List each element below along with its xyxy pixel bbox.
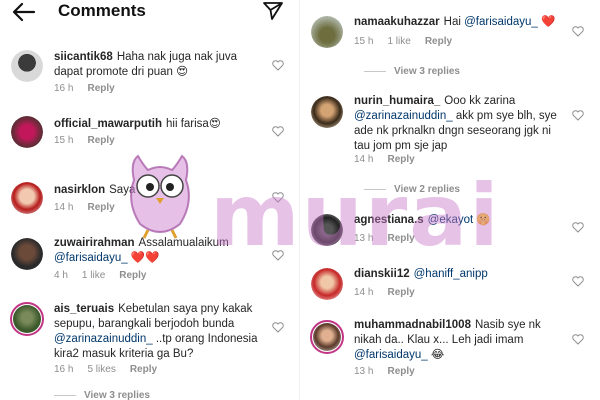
paper-plane-icon[interactable] <box>262 1 284 21</box>
reply-button[interactable]: Reply <box>119 270 146 281</box>
heart-icon[interactable] <box>272 60 284 71</box>
comment-item: siicantik68 Haha nak juga nak juva dapat … <box>0 48 300 98</box>
comment-username[interactable]: siicantik68 <box>54 51 113 63</box>
comment-time: 15 h <box>54 135 74 146</box>
avatar[interactable] <box>311 214 343 246</box>
comment-time: 14 h <box>54 202 74 213</box>
comment-time: 13 h <box>354 233 374 244</box>
comment-text-after: 😂 <box>427 349 445 361</box>
comment-username[interactable]: namaakuhazzar <box>354 16 440 28</box>
comment-likes[interactable]: 5 likes <box>87 364 115 375</box>
comment-item: nurin_humaira_ Ooo kk zarina @zarinazainu… <box>300 94 600 199</box>
heart-icon[interactable] <box>572 222 584 233</box>
comment-username[interactable]: official_mawarputih <box>54 118 162 130</box>
avatar[interactable] <box>11 50 43 82</box>
comment-time: 16 h <box>54 364 74 375</box>
view-replies-button[interactable]: View 2 replies <box>364 184 460 195</box>
avatar[interactable] <box>10 302 44 336</box>
heart-icon[interactable] <box>572 26 584 37</box>
comment-item: dianskii12 @haniff_anipp 14 h Reply <box>300 266 600 306</box>
comment-item: nasirklon Saya ada 14 h Reply <box>0 182 300 222</box>
comment-text-after: 🤫 <box>473 214 491 226</box>
comment-username[interactable]: muhammadnabil1008 <box>354 319 471 331</box>
comment-likes[interactable]: 1 like <box>387 36 410 47</box>
comment-mention[interactable]: @farisaidayu_ <box>54 252 128 264</box>
arrow-left-icon[interactable] <box>12 2 36 22</box>
comment-mention[interactable]: @zarinazainuddin_ <box>354 110 453 122</box>
reply-button[interactable]: Reply <box>87 83 114 94</box>
reply-button[interactable]: Reply <box>387 366 414 377</box>
view-replies-button[interactable]: View 3 replies <box>364 66 460 77</box>
comment-mention[interactable]: @farisaidayu_ <box>464 16 538 28</box>
heart-icon[interactable] <box>272 250 284 261</box>
comment-username[interactable]: ais_teruais <box>54 303 114 315</box>
comment-time: 14 h <box>354 154 374 165</box>
avatar[interactable] <box>11 182 43 214</box>
comment-item: ais_teruais Kebetulan saya pny kakak sepu… <box>0 302 300 400</box>
avatar[interactable] <box>310 320 344 354</box>
comment-time: 16 h <box>54 83 74 94</box>
page-title: Comments <box>58 1 146 20</box>
comment-mention[interactable]: @farisaidayu_ <box>354 349 428 361</box>
comment-likes[interactable]: 1 like <box>82 270 105 281</box>
comment-time: 13 h <box>354 366 374 377</box>
comment-time: 15 h <box>354 36 374 47</box>
comment-text-after: ❤️ <box>537 16 556 28</box>
reply-button[interactable]: Reply <box>387 233 414 244</box>
comment-username[interactable]: agnestiana.s <box>354 214 424 226</box>
avatar[interactable] <box>11 238 43 270</box>
comment-text: Hai <box>443 16 461 28</box>
heart-icon[interactable] <box>272 322 284 333</box>
comment-username[interactable]: nasirklon <box>54 184 105 196</box>
comment-item: muhammadnabil1008 Nasib sye nk nikah da..… <box>300 318 600 400</box>
comment-item: zuwairirahman Assalamualaikum @farisaiday… <box>0 236 300 286</box>
comment-text: Assalamualaikum <box>138 237 229 249</box>
comment-item: official_mawarputih hii farisa😍 15 h Reply <box>0 116 300 156</box>
comment-item: namaakuhazzar Hai @farisaidayu_ ❤️ 15 h 1 … <box>300 14 600 84</box>
heart-icon[interactable] <box>572 334 584 345</box>
comment-mention[interactable]: @zarinazainuddin_ <box>54 333 153 345</box>
view-replies-button[interactable]: View 3 replies <box>54 390 150 400</box>
heart-icon[interactable] <box>272 126 284 137</box>
comment-text-after: ❤️❤️ <box>127 252 160 264</box>
comment-mention[interactable]: @haniff_anipp <box>414 268 488 280</box>
reply-button[interactable]: Reply <box>387 287 414 298</box>
heart-icon[interactable] <box>272 192 284 203</box>
comment-time: 4 h <box>54 270 68 281</box>
comment-time: 14 h <box>354 287 374 298</box>
header-bar: Comments <box>0 0 300 24</box>
left-comments-panel: Comments siicantik68 Haha nak juga nak ju… <box>0 0 300 400</box>
avatar[interactable] <box>311 268 343 300</box>
comment-text: hii farisa😍 <box>166 118 221 130</box>
heart-icon[interactable] <box>572 276 584 287</box>
avatar[interactable] <box>11 116 43 148</box>
heart-icon[interactable] <box>572 110 584 121</box>
comment-username[interactable]: dianskii12 <box>354 268 410 280</box>
comment-text: Saya ada <box>109 184 158 196</box>
reply-button[interactable]: Reply <box>87 202 114 213</box>
comment-text: Ooo kk zarina <box>444 95 516 107</box>
comment-mention[interactable]: @ekayot <box>428 214 474 226</box>
reply-button[interactable]: Reply <box>387 154 414 165</box>
comment-username[interactable]: zuwairirahman <box>54 237 135 249</box>
reply-button[interactable]: Reply <box>130 364 157 375</box>
avatar[interactable] <box>311 96 343 128</box>
reply-button[interactable]: Reply <box>87 135 114 146</box>
comment-username[interactable]: nurin_humaira_ <box>354 95 440 107</box>
reply-button[interactable]: Reply <box>425 36 452 47</box>
right-comments-panel: namaakuhazzar Hai @farisaidayu_ ❤️ 15 h 1 … <box>300 0 600 400</box>
avatar[interactable] <box>311 16 343 48</box>
comment-item: agnestiana.s @ekayot 🤫 13 h Reply <box>300 212 600 252</box>
